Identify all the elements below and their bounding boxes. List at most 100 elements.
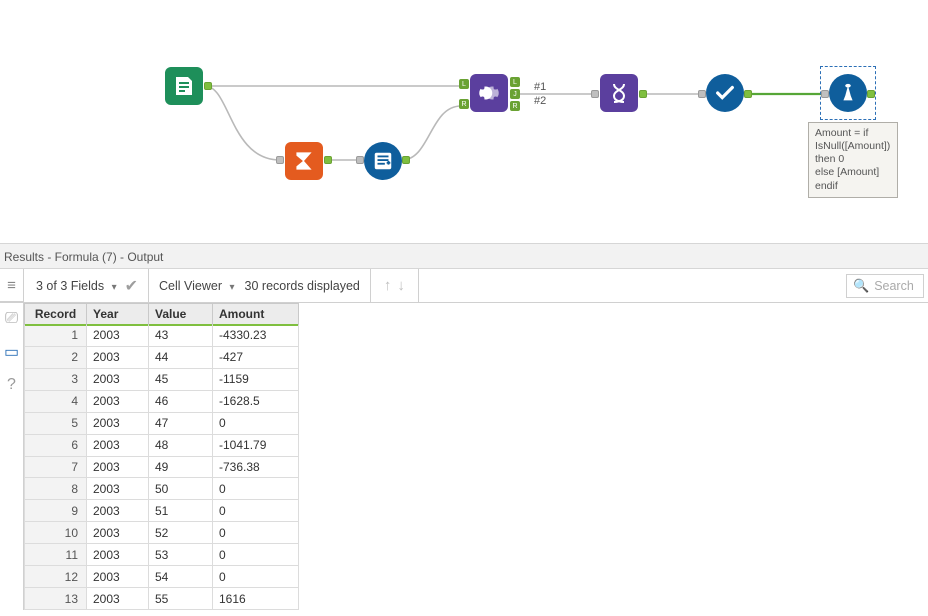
cell-value: 50 bbox=[149, 478, 213, 500]
cell-year: 2003 bbox=[87, 346, 149, 368]
annotation-line: then 0 bbox=[815, 153, 891, 166]
cell-amount: -1159 bbox=[213, 368, 299, 390]
rail-help-icon[interactable]: ? bbox=[0, 369, 23, 402]
table-row[interactable]: 1200343-4330.23 bbox=[25, 325, 299, 347]
join-tool[interactable] bbox=[470, 74, 508, 112]
col-amount[interactable]: Amount bbox=[213, 304, 299, 325]
input-anchor[interactable] bbox=[356, 156, 364, 164]
search-placeholder: Search bbox=[874, 279, 914, 293]
col-record[interactable]: Record bbox=[25, 304, 87, 325]
col-year[interactable]: Year bbox=[87, 304, 149, 325]
table-row[interactable]: 102003520 bbox=[25, 522, 299, 544]
cell-value: 49 bbox=[149, 456, 213, 478]
cell-record: 2 bbox=[25, 346, 87, 368]
separator bbox=[370, 269, 371, 302]
chevron-down-icon: ▾ bbox=[112, 282, 117, 293]
dynamic-rename-tool[interactable] bbox=[600, 74, 638, 112]
join-anchor-l[interactable]: L bbox=[459, 79, 469, 89]
view-tab-messages[interactable]: ≡ bbox=[0, 269, 23, 302]
cell-amount: -427 bbox=[213, 346, 299, 368]
arrow-up-icon[interactable]: ↑ bbox=[384, 277, 392, 294]
output-anchor[interactable] bbox=[639, 90, 647, 98]
cell-viewer-dropdown[interactable]: Cell Viewer ▾ bbox=[159, 279, 235, 293]
table-row[interactable]: 4200346-1628.5 bbox=[25, 390, 299, 412]
input-anchor[interactable] bbox=[698, 90, 706, 98]
connection-label-1: #1 bbox=[534, 81, 546, 93]
cell-year: 2003 bbox=[87, 588, 149, 610]
cell-record: 11 bbox=[25, 544, 87, 566]
cell-record: 4 bbox=[25, 390, 87, 412]
output-anchor[interactable] bbox=[744, 90, 752, 98]
summarize-tool[interactable] bbox=[285, 142, 323, 180]
cell-record: 12 bbox=[25, 566, 87, 588]
append-fields-tool[interactable] bbox=[364, 142, 402, 180]
chevron-down-icon: ▾ bbox=[230, 282, 235, 293]
cell-amount: 0 bbox=[213, 566, 299, 588]
join-anchor-r[interactable]: R bbox=[459, 99, 469, 109]
search-input[interactable]: 🔍 Search bbox=[846, 274, 924, 298]
cell-amount: -1041.79 bbox=[213, 434, 299, 456]
table-row[interactable]: 122003540 bbox=[25, 566, 299, 588]
table-row[interactable]: 2200344-427 bbox=[25, 346, 299, 368]
join-anchor-out-l[interactable]: L bbox=[510, 77, 520, 87]
input-anchor[interactable] bbox=[821, 90, 829, 98]
cell-amount: 0 bbox=[213, 478, 299, 500]
separator bbox=[148, 269, 149, 302]
results-view-tabs: ≡ bbox=[0, 269, 24, 302]
fields-label: 3 of 3 Fields bbox=[36, 279, 104, 293]
results-toolbar: ≡ 3 of 3 Fields ▾ ✔ Cell Viewer ▾ 30 rec… bbox=[0, 269, 928, 303]
check-icon[interactable]: ✔ bbox=[125, 276, 138, 296]
cell-value: 43 bbox=[149, 325, 213, 347]
cell-year: 2003 bbox=[87, 390, 149, 412]
table-row[interactable]: 92003510 bbox=[25, 500, 299, 522]
cell-viewer-label: Cell Viewer bbox=[159, 279, 222, 293]
cell-value: 52 bbox=[149, 522, 213, 544]
cell-year: 2003 bbox=[87, 368, 149, 390]
table-row[interactable]: 132003551616 bbox=[25, 588, 299, 610]
cell-year: 2003 bbox=[87, 456, 149, 478]
output-anchor[interactable] bbox=[402, 156, 410, 164]
join-anchor-out-j[interactable]: J bbox=[510, 89, 520, 99]
workflow-canvas[interactable]: L R L J R #1 #2 Amount = if IsNull([Amou… bbox=[0, 0, 928, 243]
join-anchor-out-r[interactable]: R bbox=[510, 101, 520, 111]
input-anchor[interactable] bbox=[276, 156, 284, 164]
select-tool[interactable] bbox=[706, 74, 744, 112]
formula-tool[interactable] bbox=[829, 74, 867, 112]
cell-year: 2003 bbox=[87, 500, 149, 522]
cell-value: 54 bbox=[149, 566, 213, 588]
cell-year: 2003 bbox=[87, 566, 149, 588]
input-anchor[interactable] bbox=[591, 90, 599, 98]
cell-value: 55 bbox=[149, 588, 213, 610]
annotation-line: endif bbox=[815, 180, 891, 193]
cell-year: 2003 bbox=[87, 434, 149, 456]
cell-record: 6 bbox=[25, 434, 87, 456]
table-row[interactable]: 7200349-736.38 bbox=[25, 456, 299, 478]
cell-amount: 0 bbox=[213, 544, 299, 566]
rail-schema-icon[interactable]: ⎚ bbox=[0, 303, 23, 336]
output-anchor[interactable] bbox=[867, 90, 875, 98]
separator bbox=[418, 269, 419, 302]
col-value[interactable]: Value bbox=[149, 304, 213, 325]
cell-amount: 0 bbox=[213, 522, 299, 544]
records-label: 30 records displayed bbox=[245, 279, 360, 293]
output-anchor[interactable] bbox=[204, 82, 212, 90]
input-data-tool[interactable] bbox=[165, 67, 203, 105]
output-anchor[interactable] bbox=[324, 156, 332, 164]
table-row[interactable]: 52003470 bbox=[25, 412, 299, 434]
cell-value: 44 bbox=[149, 346, 213, 368]
rail-data-icon[interactable]: ▭ bbox=[0, 336, 23, 369]
cell-record: 3 bbox=[25, 368, 87, 390]
table-row[interactable]: 82003500 bbox=[25, 478, 299, 500]
cell-record: 10 bbox=[25, 522, 87, 544]
cell-amount: 0 bbox=[213, 412, 299, 434]
cell-record: 8 bbox=[25, 478, 87, 500]
table-row[interactable]: 3200345-1159 bbox=[25, 368, 299, 390]
table-row[interactable]: 112003530 bbox=[25, 544, 299, 566]
table-row[interactable]: 6200348-1041.79 bbox=[25, 434, 299, 456]
results-grid[interactable]: Record Year Value Amount 1200343-4330.23… bbox=[24, 303, 299, 610]
cell-year: 2003 bbox=[87, 544, 149, 566]
annotation-line: else [Amount] bbox=[815, 166, 891, 179]
formula-annotation: Amount = if IsNull([Amount]) then 0 else… bbox=[808, 122, 898, 198]
arrow-down-icon[interactable]: ↓ bbox=[397, 277, 405, 294]
fields-dropdown[interactable]: 3 of 3 Fields ▾ bbox=[36, 279, 117, 293]
